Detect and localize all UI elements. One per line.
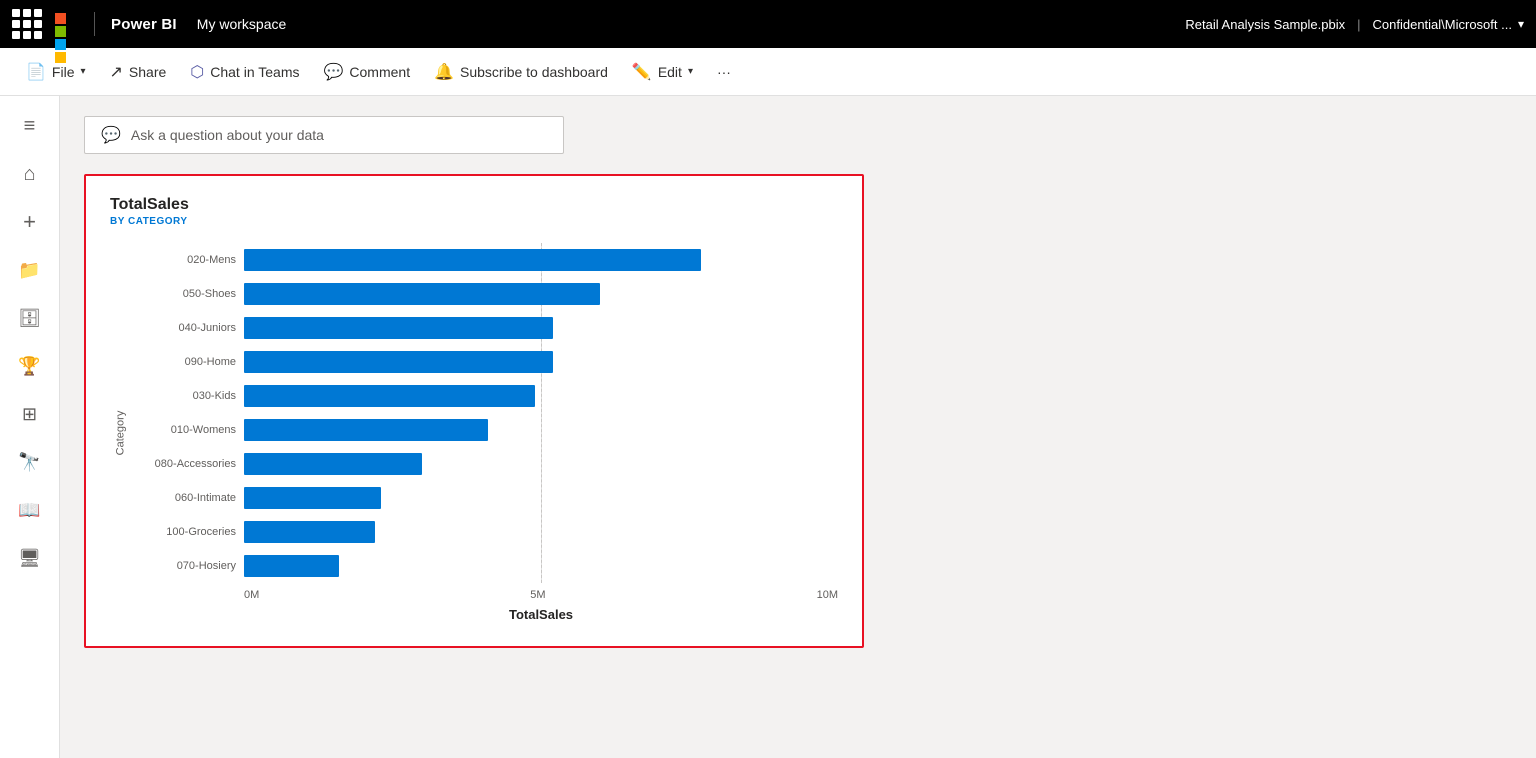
- file-chevron-icon: ▾: [80, 66, 85, 77]
- bar: [244, 283, 600, 305]
- sidebar: ≡ ⌂ + 📁 🗄 🏆 ⊞ 🔭 📖 🖥: [0, 96, 60, 758]
- edit-chevron-icon: ▾: [688, 66, 693, 77]
- topbar-right: Retail Analysis Sample.pbix | Confidenti…: [1185, 17, 1524, 32]
- ask-question-bar[interactable]: 💬 Ask a question about your data: [84, 116, 564, 154]
- bar: [244, 521, 375, 543]
- bar: [244, 351, 553, 373]
- x-axis-title: TotalSales: [244, 607, 838, 622]
- sidebar-item-create[interactable]: +: [8, 200, 52, 244]
- topbar-divider: [94, 12, 95, 36]
- sidebar-item-goals[interactable]: 🏆: [8, 344, 52, 388]
- y-label: 040-Juniors: [134, 311, 236, 345]
- y-axis-label-container: Category: [110, 243, 130, 622]
- comment-icon: 💬: [323, 62, 343, 82]
- chat-in-teams-button[interactable]: ⬡ Chat in Teams: [180, 56, 309, 88]
- share-label: Share: [129, 64, 166, 80]
- bar-row: [244, 348, 838, 376]
- sidebar-item-learn[interactable]: 🔭: [8, 440, 52, 484]
- y-label: 010-Womens: [134, 413, 236, 447]
- sidebar-item-hamburger[interactable]: ≡: [8, 104, 52, 148]
- bars-area: [244, 243, 838, 583]
- topbar-chevron-icon[interactable]: ▾: [1518, 17, 1524, 31]
- bar-row: [244, 246, 838, 274]
- bar-row: [244, 518, 838, 546]
- toolbar: 📄 File ▾ ↗ Share ⬡ Chat in Teams 💬 Comme…: [0, 48, 1536, 96]
- subscribe-icon: 🔔: [434, 62, 454, 82]
- apps-grid-button[interactable]: [12, 9, 42, 39]
- y-label: 100-Groceries: [134, 515, 236, 549]
- y-label: 070-Hosiery: [134, 549, 236, 583]
- chart-card: TotalSales BY CATEGORY Category 020-Mens…: [84, 174, 864, 648]
- bar: [244, 317, 553, 339]
- main-layout: ≡ ⌂ + 📁 🗄 🏆 ⊞ 🔭 📖 🖥 💬 Ask a question abo…: [0, 96, 1536, 758]
- chart-subtitle: BY CATEGORY: [110, 216, 838, 227]
- chart-plot-area: 020-Mens050-Shoes040-Juniors090-Home030-…: [134, 243, 838, 622]
- share-button[interactable]: ↗ Share: [100, 56, 177, 88]
- edit-label: Edit: [658, 64, 682, 80]
- x-axis-labels: 0M 5M 10M: [244, 589, 838, 601]
- bar: [244, 453, 422, 475]
- comment-button[interactable]: 💬 Comment: [313, 56, 420, 88]
- chart-title: TotalSales: [110, 196, 838, 214]
- file-label: File: [52, 64, 75, 80]
- y-label: 050-Shoes: [134, 277, 236, 311]
- edit-button[interactable]: ✏️ Edit ▾: [622, 56, 703, 88]
- y-axis-label: Category: [114, 410, 126, 455]
- bar-row: [244, 416, 838, 444]
- bar-row: [244, 382, 838, 410]
- bar-chart: Category 020-Mens050-Shoes040-Juniors090…: [110, 243, 838, 622]
- sidebar-item-data-hub[interactable]: 🗄: [8, 296, 52, 340]
- y-labels: 020-Mens050-Shoes040-Juniors090-Home030-…: [134, 243, 244, 583]
- ask-icon: 💬: [101, 125, 121, 145]
- ask-placeholder: Ask a question about your data: [131, 127, 324, 143]
- sidebar-item-browse[interactable]: 📁: [8, 248, 52, 292]
- sidebar-item-book[interactable]: 📖: [8, 488, 52, 532]
- bar-row: [244, 280, 838, 308]
- y-label: 030-Kids: [134, 379, 236, 413]
- topbar: Power BI My workspace Retail Analysis Sa…: [0, 0, 1536, 48]
- teams-icon: ⬡: [190, 62, 204, 82]
- bar-row: [244, 314, 838, 342]
- filename-label: Retail Analysis Sample.pbix: [1185, 17, 1345, 32]
- y-label: 020-Mens: [134, 243, 236, 277]
- x-axis-tick: 10M: [817, 589, 838, 601]
- bar: [244, 555, 339, 577]
- more-button[interactable]: ···: [707, 58, 741, 86]
- x-axis-tick: 0M: [244, 589, 259, 601]
- bar: [244, 487, 381, 509]
- bar-row: [244, 450, 838, 478]
- powerbi-label: Power BI: [111, 16, 177, 33]
- workspace-label[interactable]: My workspace: [197, 16, 286, 32]
- bars-and-yaxis: 020-Mens050-Shoes040-Juniors090-Home030-…: [134, 243, 838, 583]
- bar: [244, 419, 488, 441]
- file-menu[interactable]: 📄 File ▾: [16, 56, 96, 88]
- bar: [244, 249, 701, 271]
- confidential-label: Confidential\Microsoft ...: [1373, 17, 1512, 32]
- share-icon: ↗: [110, 62, 123, 82]
- main-content: 💬 Ask a question about your data TotalSa…: [60, 96, 1536, 758]
- subscribe-button[interactable]: 🔔 Subscribe to dashboard: [424, 56, 618, 88]
- sidebar-item-home[interactable]: ⌂: [8, 152, 52, 196]
- file-icon: 📄: [26, 62, 46, 82]
- bar: [244, 385, 535, 407]
- y-label: 060-Intimate: [134, 481, 236, 515]
- chat-in-teams-label: Chat in Teams: [210, 64, 299, 80]
- bar-row: [244, 484, 838, 512]
- comment-label: Comment: [349, 64, 410, 80]
- microsoft-logo: [54, 12, 78, 36]
- subscribe-label: Subscribe to dashboard: [460, 64, 608, 80]
- y-label: 090-Home: [134, 345, 236, 379]
- x-axis-tick: 5M: [530, 589, 545, 601]
- sidebar-item-apps[interactable]: ⊞: [8, 392, 52, 436]
- y-label: 080-Accessories: [134, 447, 236, 481]
- topbar-separator: |: [1357, 17, 1360, 32]
- more-label: ···: [717, 64, 731, 80]
- edit-icon: ✏️: [632, 62, 652, 82]
- bar-row: [244, 552, 838, 580]
- sidebar-item-monitor[interactable]: 🖥: [8, 536, 52, 580]
